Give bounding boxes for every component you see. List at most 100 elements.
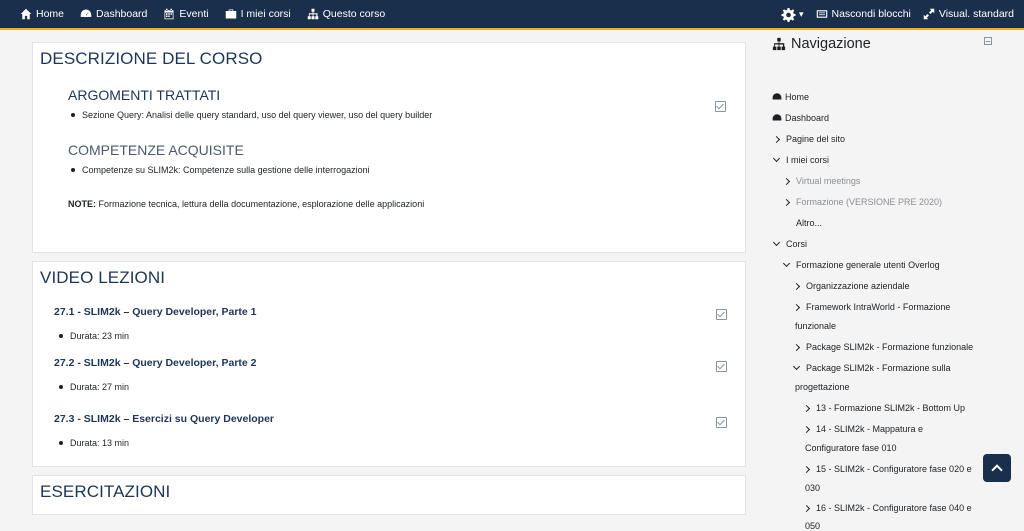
- tree-item-organizzazione[interactable]: Organizzazione aziendale: [792, 281, 910, 291]
- sitemap-icon: [772, 37, 786, 51]
- note-body: Formazione tecnica, lettura della docume…: [96, 199, 425, 209]
- settings-menu[interactable]: ▾: [781, 7, 804, 22]
- chevron-right-icon: [782, 198, 791, 206]
- tree-item-course-13[interactable]: 13 - Formazione SLIM2k - Bottom Up: [802, 403, 966, 413]
- chevron-down-icon: [772, 154, 781, 163]
- tree-item-miei-corsi[interactable]: I miei corsi: [772, 154, 830, 165]
- hide-blocks-button[interactable]: Nascondi blocchi: [816, 8, 911, 20]
- standard-view-button[interactable]: Visual. standard: [923, 8, 1014, 20]
- tree-item-label: Formazione generale utenti Overlog: [796, 260, 940, 270]
- top-navbar: Home Dashboard Eventi I miei corsi Quest…: [0, 0, 1024, 30]
- nav-eventi-label: Eventi: [179, 8, 209, 20]
- section-title: DESCRIZIONE DEL CORSO: [40, 49, 263, 68]
- section-title: VIDEO LEZIONI: [40, 268, 166, 287]
- navigation-title-text: Navigazione: [791, 36, 871, 52]
- tree-item-pagine[interactable]: Pagine del sito: [772, 134, 845, 144]
- lesson-item: 27.2 - SLIM2k – Query Developer, Parte 2…: [33, 348, 745, 404]
- nav-home-label: Home: [36, 8, 65, 20]
- completion-checkbox[interactable]: [716, 417, 727, 428]
- tree-item-corsi[interactable]: Corsi: [772, 238, 807, 249]
- tree-item-home[interactable]: Home: [772, 92, 809, 102]
- tree-item-package-funzionale[interactable]: Package SLIM2k - Formazione funzionale: [792, 342, 974, 352]
- section-title: ESERCITAZIONI: [40, 482, 171, 501]
- nav-home[interactable]: Home: [20, 8, 64, 20]
- tree-item-label: Virtual meetings: [796, 176, 861, 186]
- tree-item-label: Formazione (VERSIONE PRE 2020): [796, 197, 943, 207]
- tree-item-label: Altro...: [796, 218, 823, 228]
- tree-item-label: 13 - Formazione SLIM2k - Bottom Up: [816, 403, 966, 413]
- tree-item-course-16[interactable]: 16 - SLIM2k - Configuratore fase 040 e: [802, 503, 972, 513]
- collapse-block-button[interactable]: [984, 37, 992, 45]
- chevron-down-icon: [792, 362, 801, 371]
- chevron-down-icon: ▾: [798, 8, 804, 19]
- competenze-item: Competenze su SLIM2k: Competenze sulla g…: [71, 165, 745, 175]
- tree-item-formazione-generale[interactable]: Formazione generale utenti Overlog: [782, 259, 940, 270]
- nav-eventi[interactable]: Eventi: [163, 8, 209, 20]
- nav-dashboard-label: Dashboard: [96, 8, 148, 20]
- nav-miei-corsi-label: I miei corsi: [240, 8, 291, 20]
- blocks-icon: [816, 10, 827, 18]
- calendar-icon: [164, 8, 174, 20]
- tree-item-label: Home: [785, 92, 810, 102]
- tree-item-label: Package SLIM2k - Formazione sulla: [806, 363, 951, 373]
- lesson-item: 27.1 - SLIM2k – Query Developer, Parte 1…: [33, 292, 745, 348]
- chevron-down-icon: [772, 238, 781, 247]
- navigation-block: Navigazione Home Dashboard Pagine del si…: [772, 32, 1012, 531]
- completion-checkbox[interactable]: [716, 361, 727, 372]
- hide-blocks-label: Nascondi blocchi: [831, 8, 911, 20]
- lesson-duration: Durata: 27 min: [59, 382, 745, 392]
- tree-item-label-cont: Configuratore fase 010: [805, 443, 897, 453]
- tree-item-altro[interactable]: Altro...: [796, 218, 822, 228]
- chevron-right-icon: [792, 282, 801, 290]
- chevron-right-icon: [792, 343, 801, 351]
- tree-item-course-14[interactable]: 14 - SLIM2k - Mappatura e: [802, 424, 924, 434]
- back-to-top-button[interactable]: [983, 454, 1011, 482]
- tree-item-label: Dashboard: [785, 113, 830, 123]
- sitemap-icon: [307, 8, 319, 20]
- lesson-link[interactable]: 27.1 - SLIM2k – Query Developer, Parte 1: [54, 306, 745, 318]
- dashboard-icon: [772, 93, 782, 100]
- tree-item-virtual[interactable]: Virtual meetings: [782, 176, 861, 186]
- chevron-right-icon: [802, 425, 811, 433]
- chevron-right-icon: [772, 135, 781, 143]
- tree-item-label: Framework IntraWorld - Formazione: [806, 302, 951, 312]
- nav-questo-corso-label: Questo corso: [322, 8, 386, 20]
- chevron-right-icon: [782, 177, 791, 185]
- completion-checkbox[interactable]: [716, 309, 727, 320]
- chevron-down-icon: [782, 259, 791, 268]
- gear-icon: [781, 7, 796, 22]
- tree-item-course-15[interactable]: 15 - SLIM2k - Configuratore fase 020 e: [802, 464, 972, 474]
- briefcase-icon: [225, 9, 236, 19]
- note-label: NOTE:: [68, 199, 96, 209]
- chevron-right-icon: [792, 303, 801, 311]
- tree-item-dashboard[interactable]: Dashboard: [772, 113, 829, 123]
- completion-checkbox[interactable]: [715, 101, 726, 112]
- tree-item-formazione-pre[interactable]: Formazione (VERSIONE PRE 2020): [782, 197, 943, 207]
- tree-item-label: Package SLIM2k - Formazione funzionale: [806, 342, 974, 352]
- chevron-up-icon: [991, 464, 1003, 476]
- note-text: NOTE: Formazione tecnica, lettura della …: [68, 199, 745, 231]
- tree-item-label: 16 - SLIM2k - Configuratore fase 040 e: [816, 503, 972, 513]
- course-content: DESCRIZIONE DEL CORSO ARGOMENTI TRATTATI…: [32, 42, 746, 523]
- lesson-link[interactable]: 27.3 - SLIM2k – Esercizi su Query Develo…: [54, 413, 745, 425]
- chevron-right-icon: [802, 465, 811, 473]
- tree-item-package-progettazione[interactable]: Package SLIM2k - Formazione sulla: [792, 362, 951, 373]
- nav-miei-corsi[interactable]: I miei corsi: [225, 8, 291, 20]
- competenze-heading: COMPETENZE ACQUISITE: [68, 142, 244, 158]
- tree-item-label: 15 - SLIM2k - Configuratore fase 020 e: [816, 464, 972, 474]
- tree-item-label: I miei corsi: [786, 155, 830, 165]
- lesson-duration: Durata: 23 min: [59, 331, 745, 341]
- nav-questo-corso[interactable]: Questo corso: [307, 8, 385, 20]
- tree-item-label-cont: funzionale: [795, 321, 837, 331]
- tree-item-framework[interactable]: Framework IntraWorld - Formazione: [792, 302, 951, 312]
- section-video: VIDEO LEZIONI 27.1 - SLIM2k – Query Deve…: [32, 261, 746, 467]
- home-icon: [20, 8, 32, 20]
- lesson-link[interactable]: 27.2 - SLIM2k – Query Developer, Parte 2: [54, 357, 745, 369]
- tree-item-label-cont: 030: [805, 483, 821, 493]
- dashboard-icon: [80, 9, 92, 17]
- tree-item-label-cont: 050: [805, 521, 821, 531]
- tree-item-label: 14 - SLIM2k - Mappatura e: [816, 424, 924, 434]
- tree-item-label: Organizzazione aziendale: [806, 281, 910, 291]
- argomenti-heading: ARGOMENTI TRATTATI: [68, 87, 221, 103]
- nav-dashboard[interactable]: Dashboard: [80, 8, 147, 20]
